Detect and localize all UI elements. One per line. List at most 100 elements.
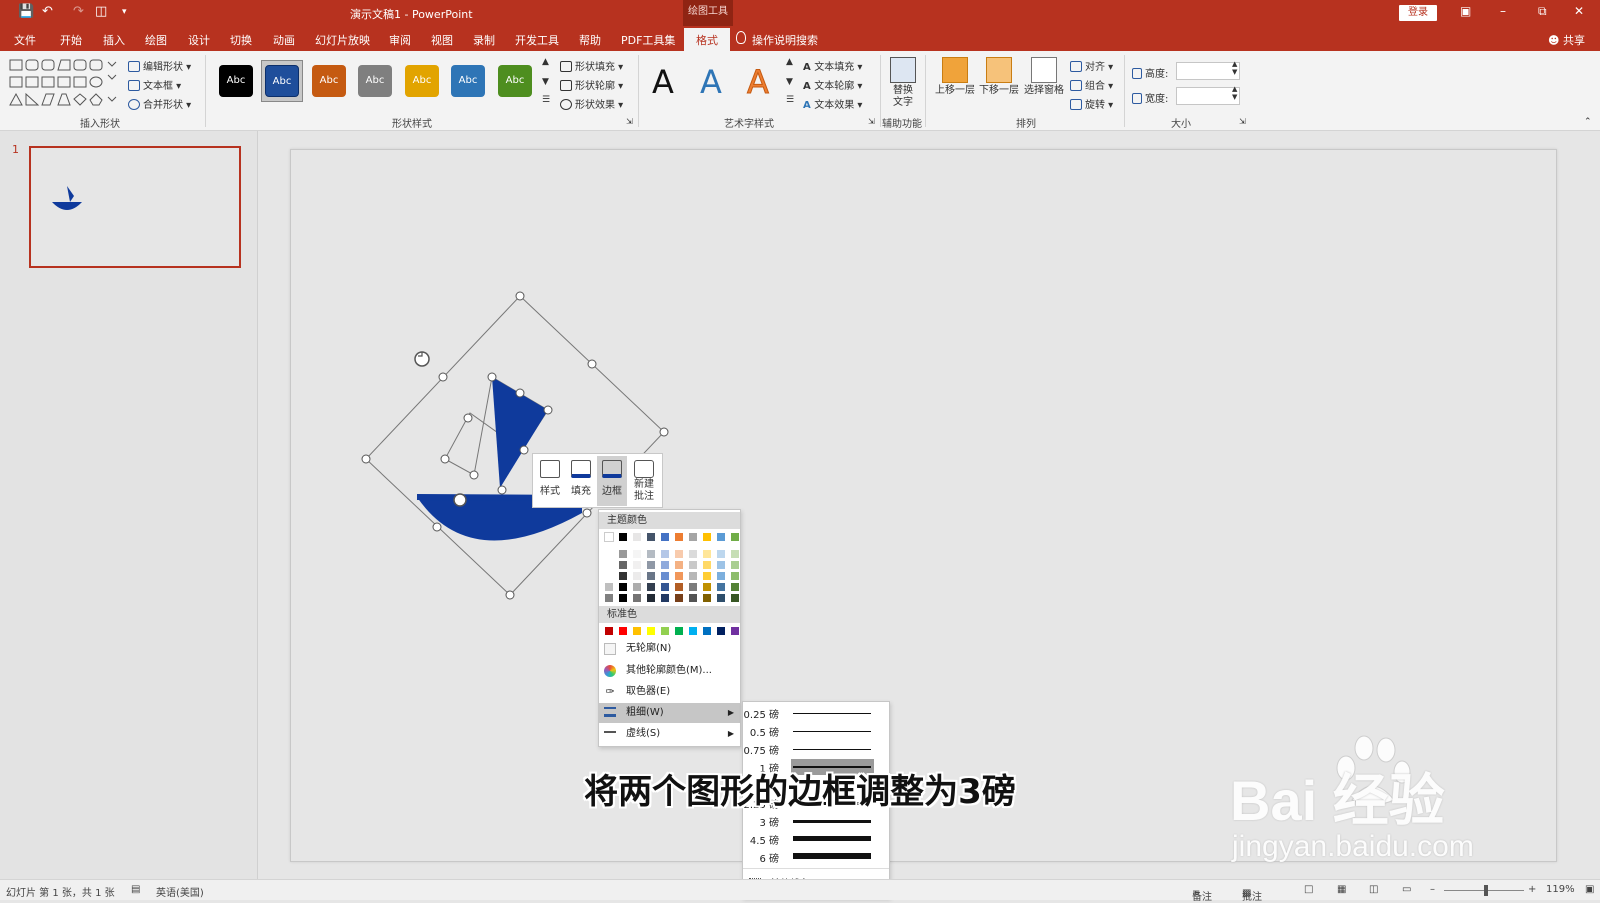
theme-color-swatch[interactable] [716, 549, 726, 559]
standard-color-swatch[interactable] [730, 626, 740, 636]
weight-option[interactable]: 0.5 磅 [743, 722, 889, 740]
spelling-check-icon[interactable]: ▤ [131, 884, 140, 895]
theme-color-swatch[interactable] [702, 549, 712, 559]
eyedropper-item[interactable]: ✑ 取色器(E) [599, 682, 740, 702]
theme-color-swatch[interactable] [646, 560, 656, 570]
theme-color-swatch[interactable] [632, 549, 642, 559]
theme-color-swatch[interactable] [632, 582, 642, 592]
theme-color-swatch[interactable] [604, 532, 614, 542]
fit-to-window-icon[interactable]: ▣ [1585, 884, 1594, 895]
theme-color-swatch[interactable] [688, 571, 698, 581]
theme-color-swatch[interactable] [702, 560, 712, 570]
theme-color-swatch[interactable] [702, 532, 712, 542]
theme-color-swatch[interactable] [646, 582, 656, 592]
status-bar: 幻灯片 第 1 张，共 1 张 ▤ 英语(美国) ≡ 备注 ▩ 批注 □ ▦ ◫… [0, 879, 1600, 903]
weight-option[interactable]: 3 磅 [743, 812, 889, 830]
theme-color-swatch[interactable] [716, 582, 726, 592]
theme-color-swatch[interactable] [674, 593, 684, 603]
theme-color-swatch[interactable] [618, 549, 628, 559]
theme-color-swatch[interactable] [618, 532, 628, 542]
theme-color-swatch[interactable] [730, 549, 740, 559]
theme-color-swatch[interactable] [604, 549, 614, 559]
reading-view-icon[interactable]: ◫ [1369, 884, 1378, 895]
zoom-level[interactable]: 119% [1546, 884, 1575, 895]
weight-item[interactable]: 粗细(W) ▶ [599, 703, 740, 723]
standard-color-swatch[interactable] [618, 626, 628, 636]
zoom-out-icon[interactable]: – [1430, 884, 1435, 895]
theme-color-swatch[interactable] [716, 593, 726, 603]
mini-new-comment-button[interactable]: 新建 批注 [629, 456, 659, 506]
standard-color-swatch[interactable] [702, 626, 712, 636]
theme-color-swatch[interactable] [674, 582, 684, 592]
slideshow-icon[interactable]: ▭ [1402, 884, 1411, 895]
theme-color-swatch[interactable] [604, 560, 614, 570]
weight-option[interactable]: 0.25 磅 [743, 704, 889, 722]
theme-color-swatch[interactable] [646, 532, 656, 542]
theme-color-swatch[interactable] [660, 560, 670, 570]
theme-color-swatch[interactable] [688, 560, 698, 570]
weight-option[interactable]: 4.5 磅 [743, 830, 889, 848]
theme-color-swatch[interactable] [674, 571, 684, 581]
theme-color-swatch[interactable] [688, 593, 698, 603]
theme-color-swatch[interactable] [716, 571, 726, 581]
theme-color-swatch[interactable] [646, 549, 656, 559]
theme-color-swatch[interactable] [660, 532, 670, 542]
standard-color-swatch[interactable] [674, 626, 684, 636]
slide-sorter-icon[interactable]: ▦ [1337, 884, 1346, 895]
standard-color-swatch[interactable] [716, 626, 726, 636]
theme-color-swatch[interactable] [660, 549, 670, 559]
theme-color-swatch[interactable] [632, 593, 642, 603]
standard-color-swatch[interactable] [604, 626, 614, 636]
theme-color-swatch[interactable] [716, 560, 726, 570]
theme-color-swatch[interactable] [660, 593, 670, 603]
theme-color-swatch[interactable] [674, 560, 684, 570]
normal-view-icon[interactable]: □ [1304, 884, 1313, 895]
theme-color-swatch[interactable] [674, 532, 684, 542]
theme-color-swatch[interactable] [730, 582, 740, 592]
more-outline-colors-item[interactable]: 其他轮廓颜色(M)... [599, 661, 740, 681]
standard-color-swatch[interactable] [646, 626, 656, 636]
theme-color-swatch[interactable] [632, 560, 642, 570]
theme-color-swatch[interactable] [730, 532, 740, 542]
theme-color-swatch[interactable] [730, 571, 740, 581]
submenu-arrow-icon: ▶ [727, 708, 734, 717]
theme-color-swatch[interactable] [688, 582, 698, 592]
standard-color-swatch[interactable] [632, 626, 642, 636]
weight-line-preview [793, 853, 871, 859]
weight-option[interactable]: 0.75 磅 [743, 740, 889, 758]
watermark-main: Bai 经验 [1230, 769, 1445, 832]
theme-color-swatch[interactable] [660, 571, 670, 581]
theme-color-swatch[interactable] [604, 593, 614, 603]
standard-color-swatch[interactable] [660, 626, 670, 636]
mini-outline-button[interactable]: 边框 [597, 456, 627, 506]
theme-color-swatch[interactable] [702, 593, 712, 603]
theme-color-swatch[interactable] [730, 593, 740, 603]
zoom-in-icon[interactable]: + [1528, 884, 1536, 895]
language-indicator[interactable]: 英语(美国) [156, 884, 204, 899]
theme-color-swatch[interactable] [618, 593, 628, 603]
theme-color-swatch[interactable] [674, 549, 684, 559]
theme-color-swatch[interactable] [702, 582, 712, 592]
theme-color-swatch[interactable] [716, 532, 726, 542]
theme-color-swatch[interactable] [646, 593, 656, 603]
theme-color-swatch[interactable] [688, 532, 698, 542]
theme-color-swatch[interactable] [660, 582, 670, 592]
theme-color-swatch[interactable] [688, 549, 698, 559]
theme-color-swatch[interactable] [702, 571, 712, 581]
theme-color-swatch[interactable] [604, 571, 614, 581]
theme-color-swatch[interactable] [632, 532, 642, 542]
theme-color-swatch[interactable] [618, 571, 628, 581]
zoom-slider-thumb[interactable] [1484, 885, 1488, 896]
theme-color-swatch[interactable] [730, 560, 740, 570]
theme-color-swatch[interactable] [604, 582, 614, 592]
no-outline-item[interactable]: 无轮廓(N) [599, 639, 740, 659]
theme-color-swatch[interactable] [618, 582, 628, 592]
mini-style-button[interactable]: 样式 [535, 456, 565, 506]
weight-option[interactable]: 6 磅 [743, 848, 889, 866]
theme-color-swatch[interactable] [646, 571, 656, 581]
standard-color-swatch[interactable] [688, 626, 698, 636]
theme-color-swatch[interactable] [632, 571, 642, 581]
mini-fill-button[interactable]: 填充 [566, 456, 596, 506]
theme-color-swatch[interactable] [618, 560, 628, 570]
dashes-item[interactable]: 虚线(S) ▶ [599, 724, 740, 744]
